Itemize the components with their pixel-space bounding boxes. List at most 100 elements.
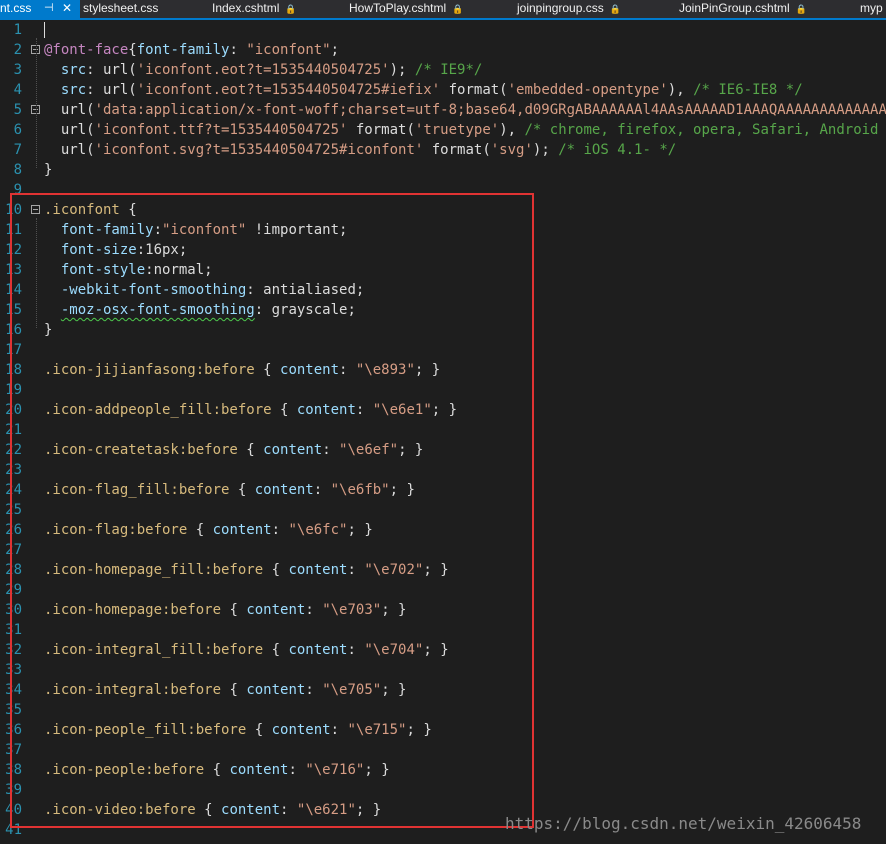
tab-joinpingroup-css[interactable]: joinpingroup.css 🔒 [517, 0, 621, 18]
code-token: font-family [136, 42, 230, 58]
code-token: ; } [347, 522, 373, 538]
code-token: 'embedded-opentype' [507, 82, 668, 98]
code-text: .icon-flag:before { content: "\e6fc"; } [44, 520, 373, 540]
code-token: "\e705" [322, 682, 382, 698]
line-number: 19 [5, 382, 22, 398]
code-line[interactable]: 26 .icon-flag:before { content: "\e6fc"; … [0, 520, 886, 540]
code-line[interactable]: 35 [0, 700, 886, 720]
code-token: -moz-osx-font-smoothing [60, 302, 255, 318]
code-token: ; } [381, 602, 407, 618]
code-line[interactable]: 25 [0, 500, 886, 520]
code-text: } [44, 160, 52, 180]
code-line[interactable]: 19 [0, 380, 886, 400]
close-tab-icon[interactable]: ✕ [62, 0, 72, 17]
tab-howtoplay-cshtml[interactable]: HowToPlay.cshtml 🔒 [349, 0, 463, 18]
code-line[interactable]: 13 font-style:normal; [0, 260, 886, 280]
code-text: .icon-integral_fill:before { content: "\… [44, 640, 449, 660]
code-line[interactable]: 30 .icon-homepage:before { content: "\e70… [0, 600, 886, 620]
code-token: : [153, 222, 163, 238]
code-token: { [237, 442, 264, 458]
line-number: 32 [5, 642, 22, 658]
code-text: .icon-integral:before { content: "\e705"… [44, 680, 407, 700]
code-line[interactable]: 24 .icon-flag_fill:before { content: "\e6… [0, 480, 886, 500]
tab-index-cshtml[interactable]: Index.cshtml 🔒 [212, 0, 297, 18]
code-token: url( [44, 122, 95, 138]
code-token: src [60, 82, 87, 98]
code-editor[interactable]: 1 2 @font-face{font-family: "iconfont"; 3 s… [0, 20, 886, 844]
code-line[interactable]: 4 src: url('iconfont.eot?t=1535440504725… [0, 80, 886, 100]
code-line[interactable]: 33 [0, 660, 886, 680]
code-token: font-family [60, 222, 154, 238]
code-line[interactable]: 16} [0, 320, 886, 340]
code-token: format( [347, 122, 415, 138]
code-line[interactable]: 39 [0, 780, 886, 800]
tab-joinpingroup-cshtml[interactable]: JoinPinGroup.cshtml 🔒 [679, 0, 807, 18]
line-number: 31 [5, 622, 22, 638]
code-line[interactable]: 27 [0, 540, 886, 560]
tab-active-css-file[interactable]: nt.css ⊣ ✕ [0, 0, 80, 18]
code-token: : [339, 362, 356, 378]
line-number: 16 [5, 322, 22, 338]
code-token: : [288, 762, 306, 778]
code-line[interactable]: 14 -webkit-font-smoothing: antialiased; [0, 280, 886, 300]
code-token: : [330, 722, 348, 738]
code-line[interactable]: 31 [0, 620, 886, 640]
code-token: { [119, 202, 137, 218]
code-line[interactable]: 22 .icon-createtask:before { content: "\e… [0, 440, 886, 460]
code-line[interactable]: 7 url('iconfont.svg?t=1535440504725#icon… [0, 140, 886, 160]
code-text: src: url('iconfont.eot?t=1535440504725')… [44, 60, 482, 80]
code-line[interactable]: 28 .icon-homepage_fill:before { content: … [0, 560, 886, 580]
code-token: "\e702" [364, 562, 424, 578]
code-token: : [355, 402, 373, 418]
code-line[interactable]: 9 [0, 180, 886, 200]
code-line[interactable]: 12 font-size:16px; [0, 240, 886, 260]
code-token: content [254, 482, 314, 498]
tab-label: HowToPlay.cshtml [349, 1, 447, 15]
code-line[interactable]: 8} [0, 160, 886, 180]
code-line[interactable]: 6 url('iconfont.ttf?t=1535440504725' for… [0, 120, 886, 140]
code-line[interactable]: 5 url('data:application/x-font-woff;char… [0, 100, 886, 120]
code-line[interactable]: 1 [0, 20, 886, 40]
code-line[interactable]: 15 -moz-osx-font-smoothing: grayscale; [0, 300, 886, 320]
code-line[interactable]: 23 [0, 460, 886, 480]
code-token: 'iconfont.eot?t=1535440504725#iefix' [136, 82, 441, 98]
code-token: : [305, 682, 323, 698]
line-number: 41 [5, 822, 22, 838]
code-token: .icon-createtask:before [44, 442, 238, 458]
pin-tab-icon[interactable]: ⊣ [44, 0, 54, 17]
code-token: format( [440, 82, 508, 98]
code-line[interactable]: 11 font-family:"iconfont" !important; [0, 220, 886, 240]
tab-label: JoinPinGroup.cshtml [679, 1, 790, 15]
tab-label: nt.css [0, 1, 32, 15]
code-token: "iconfont" [246, 42, 331, 58]
tab-overflow[interactable]: myp [860, 0, 883, 18]
line-number: 1 [13, 22, 22, 38]
collapse-icon[interactable] [31, 205, 40, 214]
code-line[interactable]: 20 .icon-addpeople_fill:before { content:… [0, 400, 886, 420]
code-token: ); [532, 142, 559, 158]
code-token: content [288, 562, 348, 578]
code-token: } [44, 162, 53, 178]
code-line[interactable]: 37 [0, 740, 886, 760]
code-line[interactable]: 29 [0, 580, 886, 600]
code-token: : [347, 562, 365, 578]
code-line[interactable]: 17 [0, 340, 886, 360]
line-number: 21 [5, 422, 22, 438]
tab-stylesheet-css[interactable]: stylesheet.css [83, 0, 158, 18]
code-line[interactable]: 38 .icon-people:before { content: "\e716"… [0, 760, 886, 780]
code-line[interactable]: 18 .icon-jijianfasong:before { content: "… [0, 360, 886, 380]
line-number: 26 [5, 522, 22, 538]
code-line[interactable]: 3 src: url('iconfont.eot?t=1535440504725… [0, 60, 886, 80]
code-line[interactable]: 32 .icon-integral_fill:before { content: … [0, 640, 886, 660]
tab-label: joinpingroup.css [517, 1, 604, 15]
code-line[interactable]: 2 @font-face{font-family: "iconfont"; [0, 40, 886, 60]
code-token: content [212, 522, 272, 538]
code-line[interactable]: 36 .icon-people_fill:before { content: "\… [0, 720, 886, 740]
code-line[interactable]: 34 .icon-integral:before { content: "\e70… [0, 680, 886, 700]
code-line[interactable]: 10 .iconfont { [0, 200, 886, 220]
code-line[interactable]: 21 [0, 420, 886, 440]
line-number: 14 [5, 282, 22, 298]
